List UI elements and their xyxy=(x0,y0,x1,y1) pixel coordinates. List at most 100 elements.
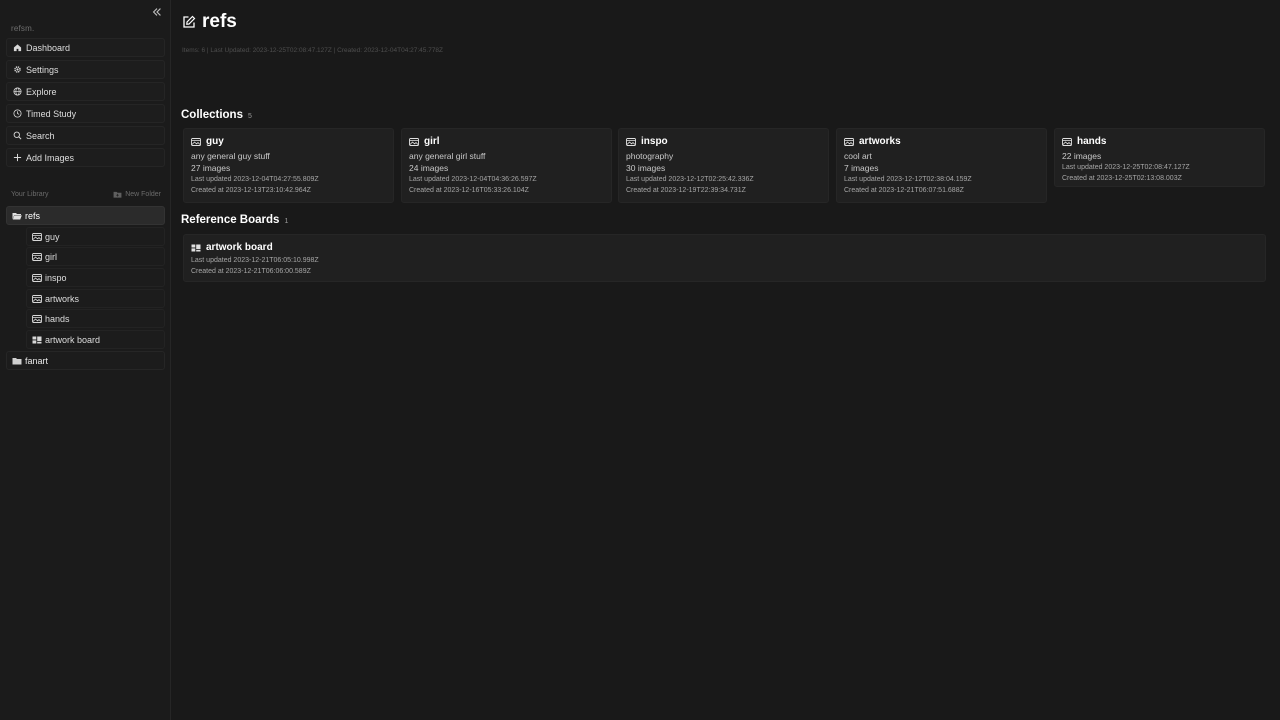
folder-plus-icon xyxy=(113,191,122,198)
folder-refs[interactable]: refs xyxy=(6,206,165,225)
clock-icon xyxy=(12,108,23,119)
card-created: Created at 2023-12-13T23:10:42.964Z xyxy=(191,186,311,194)
collection-card-inspo[interactable]: inspo photography 30 images Last updated… xyxy=(618,128,829,203)
tree-item-label: hands xyxy=(45,313,70,324)
boards-count: 1 xyxy=(284,218,289,225)
nav-search[interactable]: Search xyxy=(6,126,165,145)
board-icon xyxy=(191,244,201,251)
card-title: artwork board xyxy=(206,242,273,253)
nav-label: Timed Study xyxy=(26,108,77,119)
collections-count: 5 xyxy=(247,113,252,120)
folder-label: fanart xyxy=(25,355,49,366)
card-title: artworks xyxy=(859,136,901,147)
page-title: refs xyxy=(182,11,237,33)
tree-item-label: girl xyxy=(45,251,58,262)
tree-item-guy[interactable]: guy xyxy=(26,227,165,246)
card-header: girl xyxy=(409,136,611,147)
card-description: photography xyxy=(626,151,674,161)
nav-add-images[interactable]: Add Images xyxy=(6,148,165,167)
folder-icon xyxy=(12,357,22,364)
chevrons-left-icon[interactable] xyxy=(150,6,164,20)
main-content: refs Items: 6 | Last Updated: 2023-12-25… xyxy=(172,0,1280,720)
tree-item-label: guy xyxy=(45,231,60,242)
card-image-count: 22 images xyxy=(1062,151,1102,161)
folder-label: refs xyxy=(25,210,41,221)
nav-label: Add Images xyxy=(26,152,75,163)
card-header: inspo xyxy=(626,136,828,147)
board-card-artwork-board[interactable]: artwork board Last updated 2023-12-21T06… xyxy=(183,234,1266,282)
image-collection-icon xyxy=(32,294,42,303)
card-title: hands xyxy=(1077,136,1107,147)
card-description: any general guy stuff xyxy=(191,151,270,161)
tree-item-label: artworks xyxy=(45,293,80,304)
image-collection-icon xyxy=(32,252,42,261)
card-header: artwork board xyxy=(191,242,1265,253)
card-title: inspo xyxy=(641,136,668,147)
tree-item-artwork-board[interactable]: artwork board xyxy=(26,330,165,349)
collections-heading: Collections 5 xyxy=(181,109,252,121)
page-title-text[interactable]: refs xyxy=(202,11,237,33)
plus-icon xyxy=(12,152,23,163)
nav-timed-study[interactable]: Timed Study xyxy=(6,104,165,123)
new-folder-button[interactable]: New Folder xyxy=(113,191,161,198)
card-title: girl xyxy=(424,136,440,147)
image-collection-icon xyxy=(409,137,419,146)
image-collection-icon xyxy=(191,137,201,146)
globe-icon xyxy=(12,86,23,97)
nav-label: Dashboard xyxy=(26,42,71,53)
collection-card-guy[interactable]: guy any general guy stuff 27 images Last… xyxy=(183,128,394,203)
card-header: hands xyxy=(1062,136,1264,147)
card-header: artworks xyxy=(844,136,1046,147)
sidebar: refsm. Dashboard Settings Explore Timed … xyxy=(0,0,171,720)
tree-item-artworks[interactable]: artworks xyxy=(26,289,165,308)
library-label: Your Library xyxy=(11,191,49,198)
card-updated: Last updated 2023-12-25T02:08:47.127Z xyxy=(1062,164,1190,171)
image-collection-icon xyxy=(32,314,42,323)
nav-label: Search xyxy=(26,130,55,141)
card-updated: Last updated 2023-12-12T02:25:42.336Z xyxy=(626,176,754,183)
boards-heading: Reference Boards 1 xyxy=(181,214,288,226)
collection-card-hands[interactable]: hands 22 images Last updated 2023-12-25T… xyxy=(1054,128,1265,187)
tree-item-girl[interactable]: girl xyxy=(26,247,165,266)
brand-logo: refsm. xyxy=(11,24,35,33)
card-image-count: 7 images xyxy=(844,163,879,173)
collections-label: Collections xyxy=(181,109,243,121)
tree-item-label: inspo xyxy=(45,272,67,283)
page-meta: Items: 6 | Last Updated: 2023-12-25T02:0… xyxy=(182,47,444,54)
nav-settings[interactable]: Settings xyxy=(6,60,165,79)
home-icon xyxy=(12,42,23,53)
card-updated: Last updated 2023-12-04T04:36:26.597Z xyxy=(409,176,537,183)
card-description: any general girl stuff xyxy=(409,151,486,161)
card-image-count: 24 images xyxy=(409,163,449,173)
new-folder-label: New Folder xyxy=(125,191,161,198)
card-image-count: 27 images xyxy=(191,163,231,173)
nav-label: Settings xyxy=(26,64,59,75)
card-title: guy xyxy=(206,136,224,147)
image-collection-icon xyxy=(626,137,636,146)
nav-explore[interactable]: Explore xyxy=(6,82,165,101)
library-header: Your Library New Folder xyxy=(11,191,161,198)
image-collection-icon xyxy=(32,232,42,241)
card-updated: Last updated 2023-12-04T04:27:55.809Z xyxy=(191,176,319,183)
tree-item-inspo[interactable]: inspo xyxy=(26,268,165,287)
card-header: guy xyxy=(191,136,393,147)
search-icon xyxy=(12,130,23,141)
card-created: Created at 2023-12-21T06:06:00.589Z xyxy=(191,267,311,275)
card-updated: Last updated 2023-12-21T06:05:10.998Z xyxy=(191,257,319,264)
edit-icon[interactable] xyxy=(182,15,196,29)
card-created: Created at 2023-12-25T02:13:08.003Z xyxy=(1062,174,1182,182)
folder-fanart[interactable]: fanart xyxy=(6,351,165,370)
folder-open-icon xyxy=(12,212,22,219)
card-created: Created at 2023-12-16T05:33:26.104Z xyxy=(409,186,529,194)
board-icon xyxy=(32,336,42,343)
nav-label: Explore xyxy=(26,86,57,97)
collection-card-girl[interactable]: girl any general girl stuff 24 images La… xyxy=(401,128,612,203)
image-collection-icon xyxy=(1062,137,1072,146)
nav-dashboard[interactable]: Dashboard xyxy=(6,38,165,57)
tree-item-hands[interactable]: hands xyxy=(26,309,165,328)
gear-icon xyxy=(12,64,23,75)
collection-card-artworks[interactable]: artworks cool art 7 images Last updated … xyxy=(836,128,1047,203)
card-updated: Last updated 2023-12-12T02:38:04.159Z xyxy=(844,176,972,183)
card-created: Created at 2023-12-21T06:07:51.688Z xyxy=(844,186,964,194)
image-collection-icon xyxy=(32,273,42,282)
